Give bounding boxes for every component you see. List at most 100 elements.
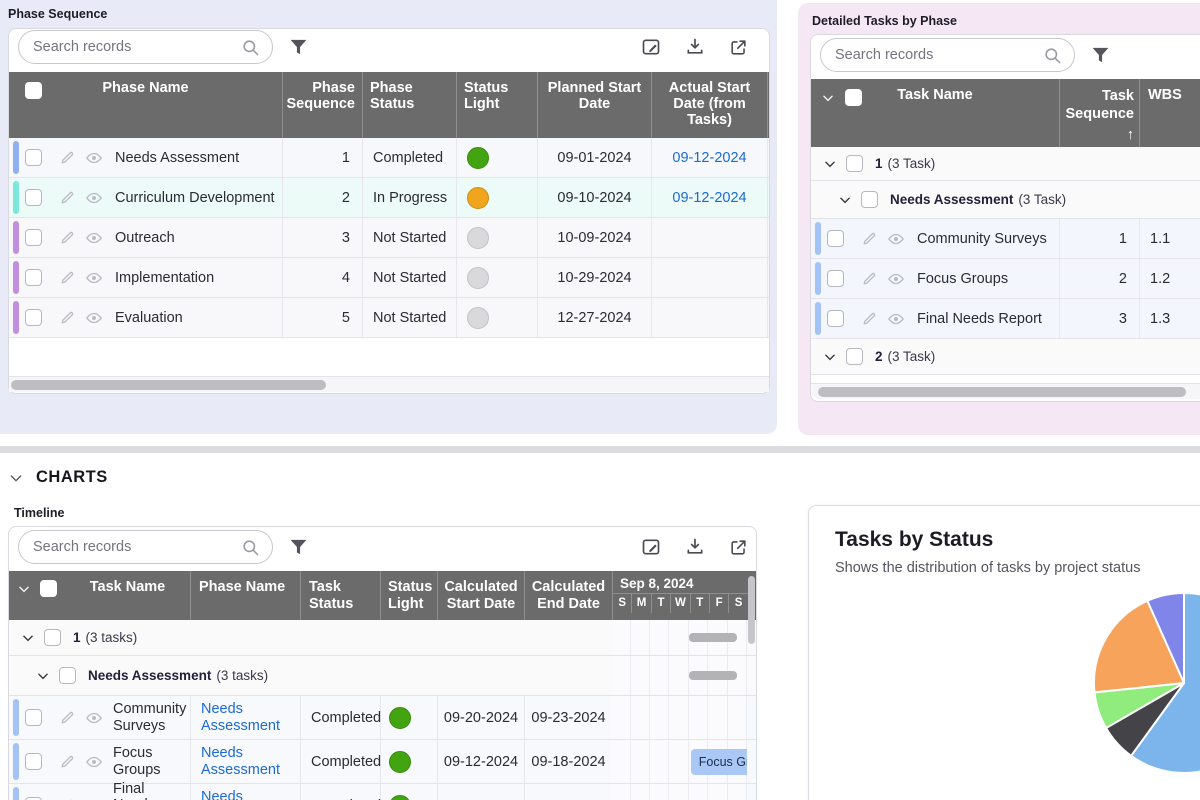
tasks-hscrollbar-track[interactable] <box>811 383 1200 399</box>
filter-icon[interactable] <box>289 38 308 56</box>
gantt-task-bar[interactable]: Focus Groups <box>691 749 747 775</box>
chevron-down-icon[interactable] <box>838 193 852 207</box>
row-checkbox[interactable] <box>25 753 42 770</box>
chevron-down-icon[interactable] <box>823 157 837 171</box>
grid-edit-icon[interactable] <box>641 37 661 57</box>
table-row: Curriculum Development2In Progress09-10-… <box>9 178 769 218</box>
tasks-search[interactable] <box>820 38 1075 72</box>
view-icon[interactable] <box>887 270 905 288</box>
download-icon[interactable] <box>685 537 705 557</box>
edit-icon[interactable] <box>861 310 878 327</box>
select-all-checkbox[interactable] <box>845 89 862 106</box>
chevron-down-icon[interactable] <box>17 582 31 596</box>
phase-link[interactable]: Needs Assessment <box>201 701 293 734</box>
col-header[interactable]: Actual Start Date (from Tasks) <box>652 72 768 138</box>
row-checkbox[interactable] <box>25 149 42 166</box>
chevron-down-icon[interactable] <box>36 669 50 683</box>
view-icon[interactable] <box>887 310 905 328</box>
grid-edit-icon[interactable] <box>641 537 661 557</box>
gantt-summary-bar[interactable] <box>689 671 738 680</box>
phase-link[interactable]: Needs Assessment <box>201 789 293 800</box>
edit-icon[interactable] <box>59 189 76 206</box>
edit-icon[interactable] <box>59 149 76 166</box>
gantt-summary-bar[interactable] <box>689 633 738 642</box>
col-header[interactable]: Calculated Start Date <box>438 571 525 620</box>
chevron-down-icon[interactable] <box>823 350 837 364</box>
timeline-search-input[interactable] <box>33 539 241 555</box>
view-icon[interactable] <box>85 709 103 727</box>
row-checkbox[interactable] <box>25 269 42 286</box>
open-in-new-icon[interactable] <box>729 38 748 57</box>
row-checkbox[interactable] <box>25 709 42 726</box>
row-checkbox[interactable] <box>25 189 42 206</box>
group-row: 1(3 tasks) <box>9 620 756 656</box>
tasks-search-input[interactable] <box>835 47 1043 63</box>
chevron-down-icon[interactable] <box>8 470 24 486</box>
phase-toolbar <box>641 37 748 57</box>
phase-sequence-cell: 5 <box>283 298 363 337</box>
filter-icon[interactable] <box>289 538 308 556</box>
view-icon[interactable] <box>85 189 103 207</box>
charts-section-header[interactable]: CHARTS <box>8 468 108 487</box>
calendar-day-label: T <box>691 594 710 613</box>
col-header[interactable]: Task Name <box>90 579 166 595</box>
group-checkbox[interactable] <box>59 667 76 684</box>
view-icon[interactable] <box>85 797 103 800</box>
select-all-checkbox[interactable] <box>40 580 57 597</box>
col-header[interactable]: Status Light <box>381 571 438 620</box>
chevron-down-icon[interactable] <box>21 631 35 645</box>
timeline-search[interactable] <box>18 530 273 564</box>
select-all-checkbox[interactable] <box>25 82 42 99</box>
actual-start-link[interactable]: 09-12-2024 <box>672 190 746 206</box>
group-count: (3 Task) <box>888 156 936 171</box>
col-header[interactable]: Planned Start Date <box>538 72 652 138</box>
col-header[interactable]: Phase Status <box>363 72 457 138</box>
row-checkbox[interactable] <box>25 229 42 246</box>
phase-name: Outreach <box>115 230 175 246</box>
group-checkbox[interactable] <box>44 629 61 646</box>
phase-search-input[interactable] <box>33 39 241 55</box>
tasks-hscrollbar-thumb[interactable] <box>818 387 1186 397</box>
col-header[interactable]: Phase Sequence <box>283 72 363 138</box>
col-header[interactable]: Task Name <box>897 87 973 103</box>
edit-icon[interactable] <box>861 270 878 287</box>
view-icon[interactable] <box>887 230 905 248</box>
phase-link[interactable]: Needs Assessment <box>201 745 293 778</box>
row-checkbox[interactable] <box>827 270 844 287</box>
view-icon[interactable] <box>85 309 103 327</box>
download-icon[interactable] <box>685 37 705 57</box>
chevron-down-icon[interactable] <box>821 91 835 105</box>
phase-hscrollbar-track[interactable] <box>9 376 769 392</box>
col-header[interactable]: Status Light <box>457 72 538 138</box>
row-checkbox[interactable] <box>827 310 844 327</box>
wbs-cell: 1.2 <box>1140 259 1200 298</box>
group-checkbox[interactable] <box>861 191 878 208</box>
phase-hscrollbar-thumb[interactable] <box>11 380 326 390</box>
row-checkbox[interactable] <box>25 309 42 326</box>
edit-icon[interactable] <box>59 309 76 326</box>
col-header[interactable]: Phase Name <box>191 571 301 620</box>
group-checkbox[interactable] <box>846 155 863 172</box>
col-header[interactable]: Calculated End Date <box>525 571 613 620</box>
actual-start-link[interactable]: 09-12-2024 <box>672 150 746 166</box>
col-header[interactable]: Phase Name <box>102 80 188 96</box>
edit-icon[interactable] <box>59 229 76 246</box>
edit-icon[interactable] <box>59 709 76 726</box>
col-header[interactable]: Task Status <box>301 571 381 620</box>
row-checkbox[interactable] <box>827 230 844 247</box>
view-icon[interactable] <box>85 229 103 247</box>
col-header[interactable]: WBS <box>1140 79 1200 147</box>
view-icon[interactable] <box>85 753 103 771</box>
group-checkbox[interactable] <box>846 348 863 365</box>
edit-icon[interactable] <box>59 269 76 286</box>
status-light-gray <box>467 307 489 329</box>
phase-search[interactable] <box>18 30 273 64</box>
open-in-new-icon[interactable] <box>729 538 748 557</box>
edit-icon[interactable] <box>59 753 76 770</box>
view-icon[interactable] <box>85 149 103 167</box>
col-header-task-sequence[interactable]: Task Sequence↑ <box>1060 79 1140 147</box>
edit-icon[interactable] <box>861 230 878 247</box>
view-icon[interactable] <box>85 269 103 287</box>
filter-icon[interactable] <box>1091 46 1110 64</box>
timeline-vscrollbar[interactable] <box>748 576 755 644</box>
